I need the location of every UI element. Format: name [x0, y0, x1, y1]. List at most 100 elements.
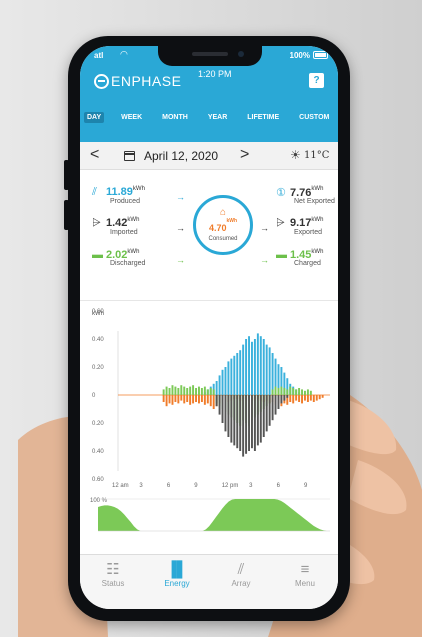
- chart-bar-charge: [295, 389, 298, 395]
- nav-energy-label: Energy: [164, 579, 190, 588]
- chart-bar-charge: [298, 388, 301, 395]
- chart-bar-consumed: [203, 395, 206, 405]
- chart-bar-consumed: [200, 395, 203, 402]
- nav-array[interactable]: ⫽ Array: [216, 561, 266, 588]
- menu-icon: ≡: [300, 561, 310, 578]
- produced-label: Produced: [110, 198, 140, 205]
- tab-month[interactable]: MONTH: [159, 112, 191, 123]
- app-screen: atl ◠ 100% ENPHASE 1:20 PM ? DAY WEEK MO…: [80, 46, 338, 609]
- chart-bar-consumed: [301, 395, 303, 404]
- exported-value: 9.17: [290, 217, 312, 229]
- exported-metric[interactable]: ⩥ 9.17kWh Exported: [276, 217, 323, 236]
- chart-bar-consumed: [168, 395, 171, 404]
- tab-year[interactable]: YEAR: [205, 112, 230, 123]
- chart-x-tick-label: 6: [167, 483, 171, 489]
- chart-bar-consumed: [165, 395, 168, 407]
- chart-bar-charge: [198, 386, 200, 395]
- chart-bar-export: [253, 395, 256, 451]
- chart-x-tick-label: 12 am: [112, 483, 129, 489]
- chart-bar-produced: [233, 355, 236, 395]
- chart-bar-consumed: [171, 395, 174, 405]
- nav-status[interactable]: ☷ Status: [88, 561, 138, 588]
- chart-bar-export: [265, 395, 268, 432]
- imported-metric[interactable]: ⩥ 1.42kWh Imported: [92, 217, 139, 236]
- nav-menu[interactable]: ≡ Menu: [280, 561, 330, 588]
- exported-label: Exported: [294, 229, 323, 236]
- consumed-value: 4.70: [208, 223, 227, 233]
- next-day-button[interactable]: >: [240, 146, 249, 164]
- imported-arrow-icon: →: [176, 223, 185, 233]
- chart-bar-consumed: [318, 395, 321, 400]
- consumed-unit: kWh: [226, 218, 238, 224]
- exported-arrow-icon: →: [260, 223, 269, 233]
- chart-y-tick-label: 0.60: [92, 309, 104, 315]
- chart-bar-consumed: [321, 395, 324, 398]
- chart-x-tick-label: 9: [194, 483, 198, 489]
- bottom-navigation: ☷ Status ▐▌ Energy ⫽ Array ≡ Menu: [80, 554, 338, 609]
- consumed-ring[interactable]: ⌂ 4.70kWh Consumed: [193, 195, 253, 255]
- chart-bar-consumed: [195, 395, 197, 402]
- chart-bar-export: [268, 395, 271, 426]
- bar-chart-icon: ▐▌: [166, 561, 188, 578]
- chart-bar-charge: [177, 388, 180, 395]
- house-icon: ⌂: [219, 207, 227, 218]
- chart-bar-export: [239, 395, 242, 451]
- chart-bar-export: [277, 395, 280, 409]
- chart-bar-charge: [165, 386, 168, 395]
- solar-panel-icon: ⫽: [92, 186, 97, 198]
- period-tabs: DAY WEEK MONTH YEAR LIFETIME CUSTOM: [80, 108, 338, 126]
- chart-bar-charge: [186, 388, 189, 395]
- chart-bar-charge: [212, 389, 215, 395]
- volume-up-button: [64, 160, 69, 190]
- chart-bar-consumed: [206, 395, 209, 404]
- chart-bar-charge: [192, 385, 195, 395]
- produced-metric[interactable]: ⫽ 11.89kWh Produced: [92, 186, 145, 205]
- prev-day-button[interactable]: <: [90, 146, 99, 164]
- calendar-icon[interactable]: [124, 151, 135, 161]
- chart-bar-consumed: [298, 395, 301, 402]
- chart-bar-produced: [224, 367, 227, 395]
- exported-unit: kWh: [311, 217, 324, 223]
- tab-day[interactable]: DAY: [84, 111, 105, 123]
- nav-energy[interactable]: ▐▌ Energy: [152, 561, 202, 588]
- chart-bar-produced: [259, 336, 262, 395]
- chart-x-tick-label: 12 pm: [222, 483, 239, 489]
- chart-bar-consumed: [289, 395, 292, 402]
- discharged-metric[interactable]: ▬ 2.02kWh Discharged: [92, 249, 145, 267]
- chart-bar-export: [227, 395, 230, 437]
- chart-bar-export: [280, 395, 283, 404]
- energy-chart[interactable]: kWh 0.60 0.40 0.20 0 0.20 0.40 0.60 12 am 3 6 9 12 p…: [80, 300, 338, 554]
- battery-discharge-icon: ▬: [92, 249, 103, 261]
- selected-date[interactable]: April 12, 2020: [144, 149, 218, 163]
- chart-bar-charge: [174, 386, 177, 395]
- chart-bar-charge: [183, 386, 186, 395]
- chart-bar-charge: [301, 389, 303, 395]
- chart-bar-consumed: [209, 395, 212, 407]
- consumed-metric: 4.70kWh: [208, 218, 237, 233]
- chart-bar-charge: [195, 388, 197, 395]
- brand-name: ENPHASE: [111, 73, 182, 89]
- chart-bar-charge: [200, 388, 203, 395]
- chart-bar-consumed: [315, 395, 318, 401]
- front-camera: [238, 51, 244, 57]
- nav-status-label: Status: [101, 579, 125, 588]
- help-button[interactable]: ?: [309, 73, 324, 88]
- chart-bar-charge: [209, 388, 212, 395]
- tab-custom[interactable]: CUSTOM: [296, 112, 332, 123]
- chart-bar-export: [248, 395, 250, 451]
- chart-bar-produced: [230, 358, 233, 395]
- tab-week[interactable]: WEEK: [118, 112, 145, 123]
- chart-bar-charge: [283, 388, 286, 395]
- charged-metric[interactable]: ▬ 1.45kWh Charged: [276, 249, 323, 267]
- chart-bar-export: [274, 395, 277, 415]
- net-exported-metric[interactable]: ① 7.76kWh Net Exported: [276, 186, 335, 205]
- grid-tower-icon: ⩥: [276, 217, 285, 229]
- chart-bar-export: [245, 395, 248, 454]
- tab-lifetime[interactable]: LIFETIME: [244, 112, 282, 123]
- chart-bar-produced: [256, 333, 259, 395]
- chart-bar-consumed: [198, 395, 200, 404]
- chart-bar-export: [224, 395, 227, 432]
- chart-bar-produced: [268, 347, 271, 395]
- chart-bar-produced: [248, 336, 250, 395]
- signal-indicator: atl: [94, 51, 104, 60]
